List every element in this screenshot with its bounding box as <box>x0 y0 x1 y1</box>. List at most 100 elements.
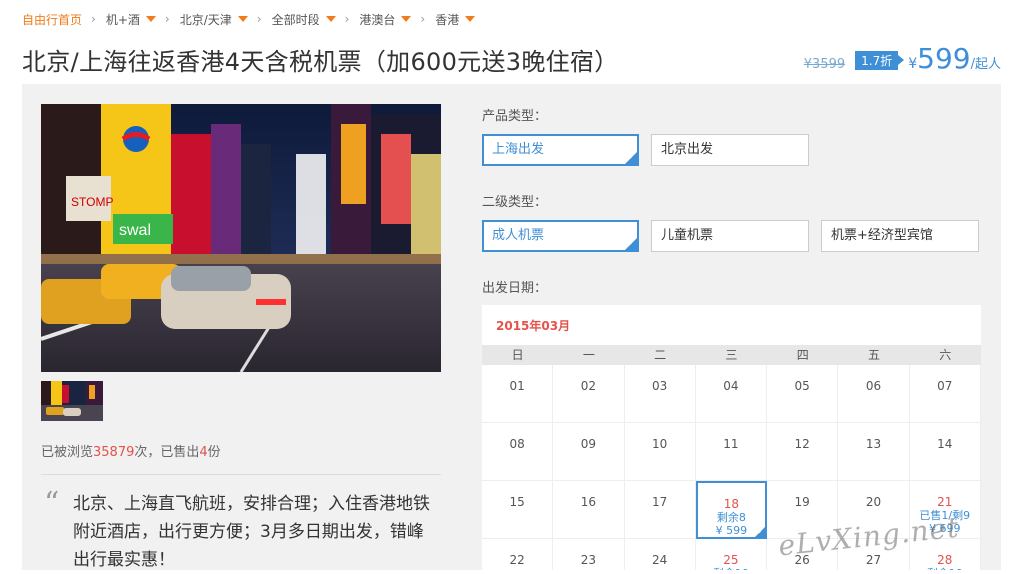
calendar-day-number: 15 <box>509 495 525 509</box>
calendar-day-03: 03 <box>624 365 696 423</box>
breadcrumb-separator-icon: › <box>91 12 96 26</box>
departure-date-label: 出发日期： <box>482 281 548 296</box>
page-title: 北京/上海往返香港4天含税机票（加600元送3晚住宿） <box>22 48 619 76</box>
calendar-day-number: 11 <box>723 437 739 451</box>
calendar-day-07: 07 <box>909 365 981 423</box>
product-type-option-shanghai[interactable]: 上海出发 ✓ <box>482 134 639 166</box>
calendar-day-number: 16 <box>580 495 597 509</box>
calendar-day-08: 08 <box>482 423 554 481</box>
price-suffix: /起人 <box>970 57 1001 72</box>
calendar-day-number: 25 <box>723 553 739 567</box>
calendar-day-number: 20 <box>865 495 882 509</box>
weekday-tue: 二 <box>654 348 667 362</box>
sold-count: 4 <box>199 445 208 460</box>
street-scene-image: STOMP swal <box>41 104 441 372</box>
breadcrumb-home-link[interactable]: 自由行首页 <box>22 11 82 28</box>
product-type-label: 产品类型： <box>482 109 548 124</box>
breadcrumb-item-city[interactable]: 北京/天津 <box>180 11 248 28</box>
caret-down-icon <box>145 16 156 22</box>
sale-price: 599 <box>917 42 971 75</box>
calendar-day-number: 02 <box>580 379 597 393</box>
calendar-day-04: 04 <box>695 365 768 423</box>
calendar-week-row: 01 02 03 04 05 06 07 <box>482 365 981 423</box>
svg-text:STOMP: STOMP <box>71 195 113 209</box>
weekday-fri: 五 <box>867 348 880 362</box>
calendar-day-availability: 剩余8 <box>716 511 746 524</box>
calendar-day-12: 12 <box>767 423 839 481</box>
calendar-day-18[interactable]: 18 剩余8 ¥ 599 ✓ <box>695 481 768 539</box>
calendar-day-number: 04 <box>723 379 739 393</box>
product-type-option-beijing[interactable]: 北京出发 <box>651 134 809 166</box>
calendar-weekday-header: 日 一 二 三 四 五 六 <box>482 345 981 365</box>
price-box: ¥3599 1.7折 ¥ 599 /起人 <box>804 42 1001 75</box>
calendar-day-11: 11 <box>695 423 768 481</box>
calendar-day-number: 23 <box>580 553 597 567</box>
breadcrumb: 自由行首页 › 机+酒 › 北京/天津 › 全部时段 › 港澳台 › 香港 <box>22 10 476 28</box>
breadcrumb-separator-icon: › <box>344 12 350 26</box>
weekday-thu: 四 <box>796 348 809 362</box>
weekday-wed: 三 <box>725 348 738 362</box>
calendar-day-22: 22 <box>482 539 554 570</box>
calendar-day-17: 17 <box>624 481 696 539</box>
view-count: 35879 <box>93 445 135 460</box>
calendar-day-number: 09 <box>580 437 597 451</box>
weekday-mon: 一 <box>582 348 595 362</box>
product-thumbnail[interactable] <box>41 381 103 421</box>
check-icon: ✓ <box>757 527 765 536</box>
svg-text:swal: swal <box>119 222 151 239</box>
thumbnail-image <box>41 381 103 421</box>
product-main-image: STOMP swal <box>41 104 441 372</box>
product-panel: STOMP swal 已被浏览35879次，已售出4份 “ 北京、上海直飞航班，… <box>22 84 1001 570</box>
weekday-sat: 六 <box>939 348 952 362</box>
sub-type-option-ticket-hotel[interactable]: 机票+经济型宾馆 <box>821 220 979 252</box>
calendar-day-15: 15 <box>482 481 554 539</box>
calendar-day-number: 05 <box>794 379 810 393</box>
caret-down-icon <box>237 16 248 22</box>
calendar-day-number: 10 <box>652 437 668 451</box>
check-icon: ✓ <box>628 152 636 162</box>
divider <box>41 474 441 475</box>
currency-symbol: ¥ <box>908 56 918 72</box>
calendar-day-number: 07 <box>937 379 953 393</box>
breadcrumb-item-period[interactable]: 全部时段 <box>272 11 336 28</box>
calendar-day-number: 03 <box>652 379 668 393</box>
calendar-day-10: 10 <box>624 423 696 481</box>
check-icon: ✓ <box>628 238 636 248</box>
calendar-day-number: 21 <box>937 495 953 509</box>
calendar-day-number: 01 <box>509 379 525 393</box>
sub-type-label: 二级类型： <box>482 195 548 210</box>
calendar-day-number: 22 <box>509 553 525 567</box>
quote-icon: “ <box>44 486 60 521</box>
calendar-day-price: ¥ 599 <box>715 524 748 537</box>
calendar-day-number: 06 <box>865 379 882 393</box>
original-price: ¥3599 <box>803 57 846 72</box>
view-sold-stats: 已被浏览35879次，已售出4份 <box>41 445 221 460</box>
breadcrumb-separator-icon: › <box>164 12 170 26</box>
calendar-day-number: 12 <box>794 437 810 451</box>
calendar-day-13: 13 <box>838 423 910 481</box>
breadcrumb-item-category[interactable]: 机+酒 <box>106 11 156 28</box>
calendar-day-02: 02 <box>553 365 625 423</box>
caret-down-icon <box>401 16 412 22</box>
calendar-day-number: 13 <box>865 437 882 451</box>
caret-down-icon <box>325 16 336 22</box>
calendar-day-number: 17 <box>652 495 668 509</box>
calendar-day-14: 14 <box>909 423 981 481</box>
calendar-month: 2015年03月 <box>496 319 571 333</box>
caret-down-icon <box>465 16 476 22</box>
breadcrumb-separator-icon: › <box>420 12 426 26</box>
breadcrumb-item-destination[interactable]: 香港 <box>435 11 476 28</box>
calendar-week-row: 08 09 10 11 12 13 14 <box>482 423 981 481</box>
calendar-day-24: 24 <box>625 539 696 570</box>
calendar-day-06: 06 <box>838 365 910 423</box>
calendar-day-01: 01 <box>482 365 554 423</box>
sub-type-option-child[interactable]: 儿童机票 <box>651 220 809 252</box>
product-description: 北京、上海直飞航班，安排合理；入住香港地铁附近酒店，出行更方便；3月多日期出发，… <box>73 494 430 570</box>
calendar-day-25[interactable]: 25剩余10 <box>696 539 768 570</box>
sub-type-option-adult[interactable]: 成人机票 ✓ <box>482 220 639 252</box>
calendar-day-number: 24 <box>652 553 668 567</box>
calendar-day-number: 08 <box>509 437 525 451</box>
calendar-day-number: 18 <box>723 497 740 511</box>
calendar-day-number: 14 <box>937 437 953 451</box>
breadcrumb-item-region[interactable]: 港澳台 <box>359 11 412 28</box>
